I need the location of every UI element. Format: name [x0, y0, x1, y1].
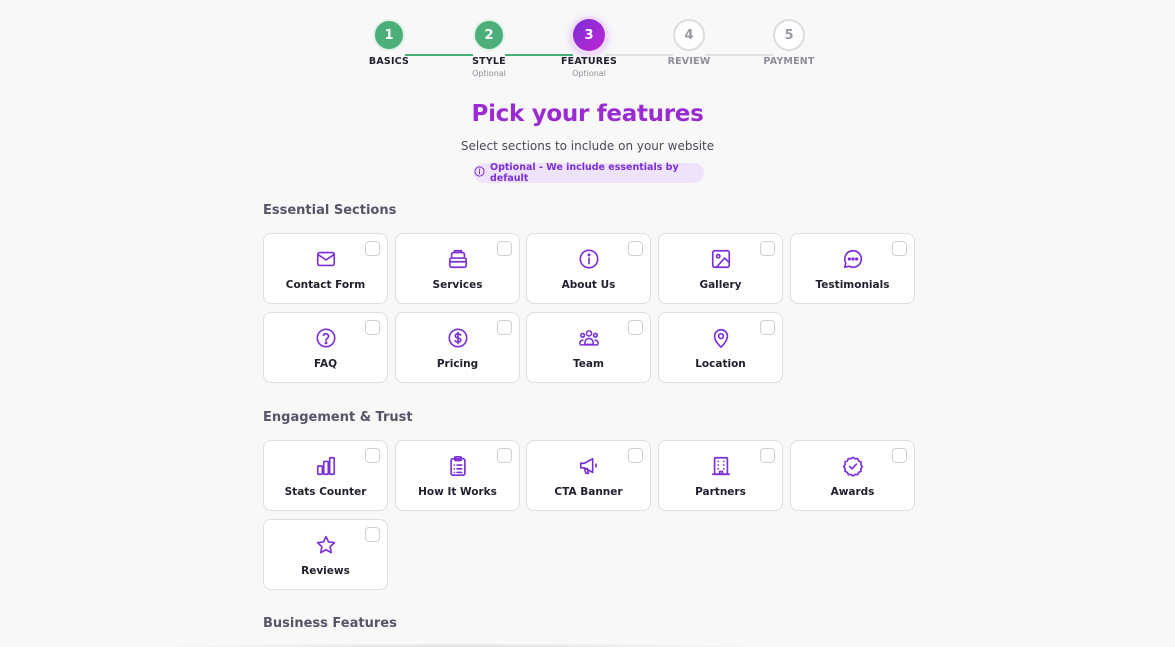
image-icon: [710, 248, 732, 270]
step-optional-note: Optional: [572, 69, 606, 78]
feature-card-how-it-works[interactable]: How It Works: [395, 440, 520, 511]
bar-chart-icon: [315, 455, 337, 477]
feature-card-pricing[interactable]: Pricing: [395, 312, 520, 383]
building-icon: [710, 455, 732, 477]
feature-label: Services: [432, 279, 483, 291]
feature-checkbox[interactable]: [365, 241, 380, 256]
star-icon: [315, 534, 337, 556]
feature-checkbox[interactable]: [760, 320, 775, 335]
chat-bubble-icon: [842, 248, 864, 270]
feature-checkbox[interactable]: [497, 241, 512, 256]
briefcase-icon: [447, 248, 469, 270]
feature-card-about-us[interactable]: About Us: [526, 233, 651, 304]
page-subtitle: Select sections to include on your websi…: [460, 139, 715, 153]
optional-badge-text: Optional - We include essentials by defa…: [490, 162, 679, 184]
feature-label: Partners: [695, 486, 746, 498]
feature-label: Team: [573, 358, 604, 370]
feature-label: Testimonials: [815, 279, 890, 291]
feature-card-testimonials[interactable]: Testimonials: [790, 233, 915, 304]
step-label: PAYMENT: [763, 56, 815, 67]
page-title: Pick your features: [471, 101, 704, 127]
feature-card-contact-form[interactable]: Contact Form: [263, 233, 388, 304]
feature-card-partners[interactable]: Partners: [658, 440, 783, 511]
feature-checkbox[interactable]: [365, 448, 380, 463]
section-title-business: Business Features: [263, 616, 397, 631]
feature-card-reviews[interactable]: Reviews: [263, 519, 388, 590]
map-pin-icon: [710, 327, 732, 349]
feature-card-team[interactable]: Team: [526, 312, 651, 383]
feature-label: Reviews: [301, 565, 350, 577]
optional-badge: Optional - We include essentials by defa…: [474, 162, 704, 184]
feature-checkbox[interactable]: [497, 320, 512, 335]
feature-label: CTA Banner: [554, 486, 623, 498]
step-number: 2: [473, 19, 505, 51]
feature-checkbox[interactable]: [628, 320, 643, 335]
feature-checkbox[interactable]: [628, 241, 643, 256]
feature-card-cta-banner[interactable]: CTA Banner: [526, 440, 651, 511]
feature-checkbox[interactable]: [365, 320, 380, 335]
feature-card-location[interactable]: Location: [658, 312, 783, 383]
step-payment: 5 PAYMENT: [729, 19, 849, 67]
feature-label: Awards: [830, 486, 875, 498]
step-number: 5: [773, 19, 805, 51]
feature-label: Gallery: [699, 279, 742, 291]
feature-label: About Us: [561, 279, 616, 291]
info-icon: [578, 248, 600, 270]
feature-label: How It Works: [418, 486, 497, 498]
team-icon: [578, 327, 600, 349]
step-number: 4: [673, 19, 705, 51]
feature-checkbox[interactable]: [497, 448, 512, 463]
progress-stepper: 1 BASICS 2 STYLE Optional 3 FEATURES Opt…: [0, 19, 1175, 89]
footer-shadow: [140, 643, 780, 647]
feature-card-awards[interactable]: Awards: [790, 440, 915, 511]
feature-label: Stats Counter: [284, 486, 367, 498]
feature-checkbox[interactable]: [892, 448, 907, 463]
feature-label: FAQ: [313, 358, 338, 370]
feature-card-gallery[interactable]: Gallery: [658, 233, 783, 304]
feature-card-faq[interactable]: FAQ: [263, 312, 388, 383]
step-number: 1: [373, 19, 405, 51]
clipboard-icon: [447, 455, 469, 477]
feature-label: Contact Form: [285, 279, 366, 291]
feature-label: Pricing: [436, 358, 479, 370]
feature-label: Location: [695, 358, 746, 370]
feature-card-stats-counter[interactable]: Stats Counter: [263, 440, 388, 511]
feature-card-services[interactable]: Services: [395, 233, 520, 304]
step-number: 3: [573, 19, 605, 51]
feature-checkbox[interactable]: [760, 241, 775, 256]
megaphone-icon: [578, 455, 600, 477]
dollar-icon: [447, 327, 469, 349]
section-title-engagement: Engagement & Trust: [263, 410, 413, 425]
feature-checkbox[interactable]: [892, 241, 907, 256]
section-title-essential: Essential Sections: [263, 203, 397, 218]
feature-checkbox[interactable]: [365, 527, 380, 542]
badge-check-icon: [842, 455, 864, 477]
info-icon: [474, 166, 485, 180]
feature-checkbox[interactable]: [760, 448, 775, 463]
question-icon: [315, 327, 337, 349]
envelope-icon: [315, 248, 337, 270]
feature-checkbox[interactable]: [628, 448, 643, 463]
